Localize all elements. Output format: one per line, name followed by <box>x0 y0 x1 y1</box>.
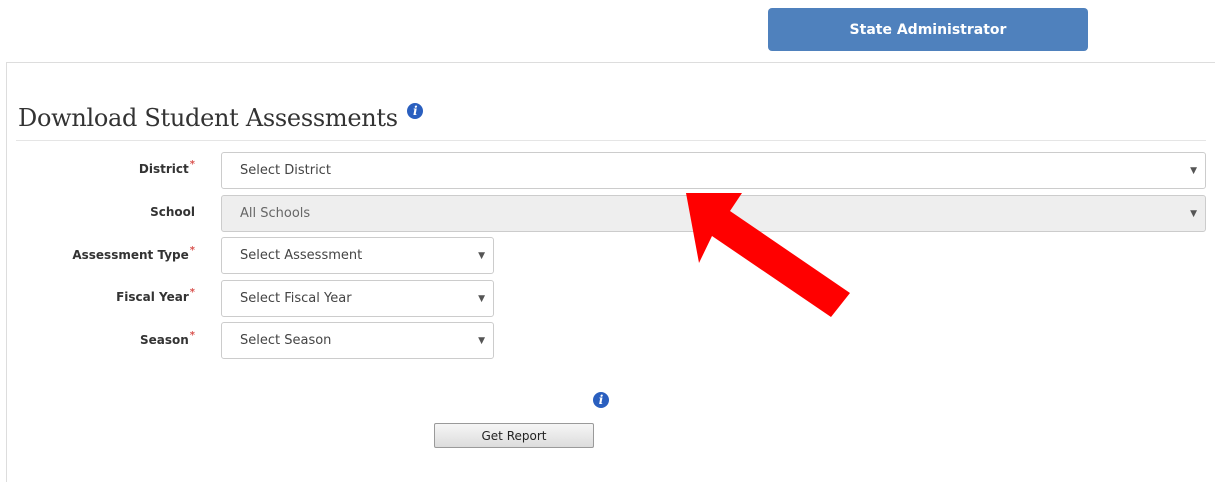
season-select[interactable]: Select Season ▼ <box>221 322 494 359</box>
title-divider <box>16 140 1206 141</box>
season-label: Season* <box>139 330 195 347</box>
fiscal-year-label-text: Fiscal Year <box>116 290 189 304</box>
get-report-label: Get Report <box>481 428 547 443</box>
season-label-text: Season <box>139 333 189 347</box>
assessment-type-select-value: Select Assessment <box>240 248 363 263</box>
title-info-icon[interactable]: i <box>407 103 424 119</box>
school-label: School <box>150 205 195 219</box>
page-title: Download Student Assessments i <box>18 103 424 132</box>
state-administrator-button[interactable]: State Administrator <box>768 8 1088 51</box>
required-marker: * <box>189 330 195 341</box>
required-marker: * <box>189 245 195 256</box>
chevron-down-icon: ▼ <box>478 335 485 346</box>
required-marker: * <box>189 159 195 170</box>
school-select-value: All Schools <box>240 206 311 221</box>
district-label: District* <box>138 159 195 176</box>
get-report-button[interactable]: Get Report <box>434 423 594 448</box>
state-administrator-label: State Administrator <box>849 21 1007 38</box>
page-title-text: Download Student Assessments <box>18 104 398 132</box>
fiscal-year-label: Fiscal Year* <box>116 287 195 304</box>
season-select-value: Select Season <box>240 333 332 348</box>
district-label-text: District <box>138 162 189 176</box>
chevron-down-icon: ▼ <box>1190 208 1197 219</box>
assessment-type-label: Assessment Type* <box>72 245 195 262</box>
assessment-type-select[interactable]: Select Assessment ▼ <box>221 237 494 274</box>
fiscal-year-select-value: Select Fiscal Year <box>240 291 352 306</box>
assessment-type-label-text: Assessment Type <box>72 248 189 262</box>
fiscal-year-select[interactable]: Select Fiscal Year ▼ <box>221 280 494 317</box>
school-label-text: School <box>150 205 195 219</box>
chevron-down-icon: ▼ <box>1190 165 1197 176</box>
required-marker: * <box>189 287 195 298</box>
district-select-value: Select District <box>240 163 331 178</box>
report-info-icon[interactable]: i <box>593 392 609 408</box>
arrow-shape <box>686 193 850 317</box>
chevron-down-icon: ▼ <box>478 293 485 304</box>
red-arrow-annotation <box>686 193 850 317</box>
chevron-down-icon: ▼ <box>478 250 485 261</box>
